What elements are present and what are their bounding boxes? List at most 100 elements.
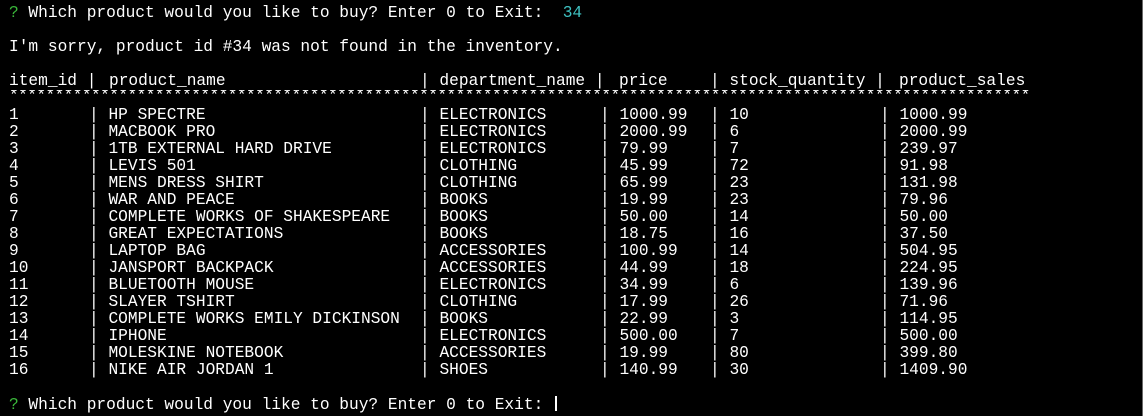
prompt-question-text: Which product would you like to buy? Ent… <box>18 4 563 22</box>
price-cell-value: 19.99 <box>619 191 669 209</box>
product-sales-cell: | 71.96 <box>880 294 948 311</box>
stock-quantity-cell-value: 6 <box>729 276 740 294</box>
department-name-cell: | ELECTRONICS <box>420 141 546 158</box>
product-sales-cell: | 399.80 <box>880 345 958 362</box>
column-separator: | <box>880 191 890 209</box>
column-separator: | <box>89 361 99 379</box>
department-name-cell: | ELECTRONICS <box>420 328 546 345</box>
column-separator: | <box>420 276 430 294</box>
department-name-cell-value: ELECTRONICS <box>439 276 547 294</box>
header-stock-quantity: | stock_quantity | <box>710 72 885 90</box>
stock-quantity-cell: | 7 <box>710 328 739 345</box>
item-id-cell: 1 <box>9 107 19 124</box>
item-id-cell: 15 <box>9 345 28 362</box>
column-separator: | <box>89 123 99 141</box>
price-cell-value: 65.99 <box>619 174 669 192</box>
final-prompt-line[interactable]: ? Which product would you like to buy? E… <box>9 396 557 414</box>
price-cell-value: 17.99 <box>619 293 669 311</box>
column-separator: | <box>880 242 890 260</box>
header-item-id: item_id | <box>9 72 97 90</box>
product-sales-cell-value: 1000.99 <box>899 106 968 124</box>
item-id-cell: 16 <box>9 362 28 379</box>
stock-quantity-cell-value: 14 <box>729 242 749 260</box>
column-separator: | <box>420 123 430 141</box>
price-cell-value: 1000.99 <box>619 106 688 124</box>
stock-quantity-cell-value: 18 <box>729 259 749 277</box>
product-name-cell-value: MENS DRESS SHIRT <box>108 174 264 192</box>
header-price: price <box>619 72 668 90</box>
column-separator: | <box>600 225 610 243</box>
stock-quantity-cell-value: 16 <box>729 225 749 243</box>
item-id-cell: 11 <box>9 277 28 294</box>
prompt-question-mark: ? <box>9 4 19 22</box>
department-name-cell: | ELECTRONICS <box>420 124 546 141</box>
header-product-name: product_name <box>109 72 226 90</box>
product-sales-cell-value: 50.00 <box>899 208 949 226</box>
product-name-cell: | LEVIS 501 <box>89 158 196 175</box>
price-cell-value: 50.00 <box>619 208 669 226</box>
column-separator: | <box>710 276 720 294</box>
department-name-cell-value: CLOTHING <box>439 157 518 175</box>
product-sales-cell-value: 37.50 <box>899 225 949 243</box>
stock-quantity-cell-value: 3 <box>729 310 740 328</box>
stock-quantity-cell: | 30 <box>710 362 749 379</box>
price-cell: | 22.99 <box>600 311 668 328</box>
column-separator: | <box>420 174 430 192</box>
product-name-cell-value: 1TB EXTERNAL HARD DRIVE <box>108 140 332 158</box>
column-separator: | <box>600 174 610 192</box>
product-name-cell: | WAR AND PEACE <box>89 192 235 209</box>
department-name-cell-value: BOOKS <box>439 191 489 209</box>
terminal-window[interactable]: ? Which product would you like to buy? E… <box>0 0 1143 416</box>
column-separator: | <box>89 276 99 294</box>
product-name-cell-value: BLUETOOTH MOUSE <box>108 276 255 294</box>
price-cell: | 79.99 <box>600 141 668 158</box>
department-name-cell-value: ELECTRONICS <box>439 327 547 345</box>
column-separator: | <box>880 140 890 158</box>
header-department-name: | department_name | <box>420 72 605 90</box>
department-name-cell: | ACCESSORIES <box>420 260 546 277</box>
product-sales-cell-value: 224.95 <box>899 259 958 277</box>
not-found-message: I'm sorry, product id #34 was not found … <box>9 38 563 56</box>
item-id-cell-value: 16 <box>9 361 29 379</box>
column-separator: | <box>710 293 720 311</box>
price-cell-value: 18.75 <box>619 225 669 243</box>
column-separator: | <box>600 293 610 311</box>
product-sales-cell-value: 399.80 <box>899 344 958 362</box>
header-product-sales: product_sales <box>899 72 1026 90</box>
price-cell: | 19.99 <box>600 192 668 209</box>
product-sales-cell-value: 91.98 <box>899 157 949 175</box>
product-sales-cell: | 50.00 <box>880 209 948 226</box>
price-cell: | 45.99 <box>600 158 668 175</box>
product-name-cell-value: SLAYER TSHIRT <box>108 293 235 311</box>
column-separator: | <box>710 191 720 209</box>
column-separator: | <box>710 225 720 243</box>
stock-quantity-cell-value: 10 <box>729 106 749 124</box>
column-separator: | <box>710 106 720 124</box>
stock-quantity-cell: | 26 <box>710 294 749 311</box>
stock-quantity-cell: | 6 <box>710 124 739 141</box>
department-name-cell: | ACCESSORIES <box>420 345 546 362</box>
product-name-cell-value: MOLESKINE NOTEBOOK <box>108 344 284 362</box>
stock-quantity-cell: | 14 <box>710 243 749 260</box>
product-sales-cell-value: 131.98 <box>899 174 958 192</box>
column-separator: | <box>89 157 99 175</box>
department-name-cell-value: ACCESSORIES <box>439 259 547 277</box>
product-name-cell-value: GREAT EXPECTATIONS <box>108 225 284 243</box>
stock-quantity-cell: | 80 <box>710 345 749 362</box>
column-separator: | <box>600 276 610 294</box>
column-separator: | <box>89 225 99 243</box>
product-name-cell-value: HP SPECTRE <box>108 106 206 124</box>
column-separator: | <box>710 344 720 362</box>
stock-quantity-cell-value: 26 <box>729 293 749 311</box>
product-sales-cell-value: 239.97 <box>899 140 958 158</box>
department-name-cell-value: BOOKS <box>439 208 489 226</box>
product-sales-cell: | 91.98 <box>880 158 948 175</box>
column-separator: | <box>420 293 430 311</box>
product-name-cell: | JANSPORT BACKPACK <box>89 260 274 277</box>
department-name-cell: | CLOTHING <box>420 175 517 192</box>
department-name-cell-value: ELECTRONICS <box>439 140 547 158</box>
stock-quantity-cell: | 3 <box>710 311 739 328</box>
product-sales-cell: | 79.96 <box>880 192 948 209</box>
column-separator: | <box>420 259 430 277</box>
department-name-cell: | SHOES <box>420 362 488 379</box>
